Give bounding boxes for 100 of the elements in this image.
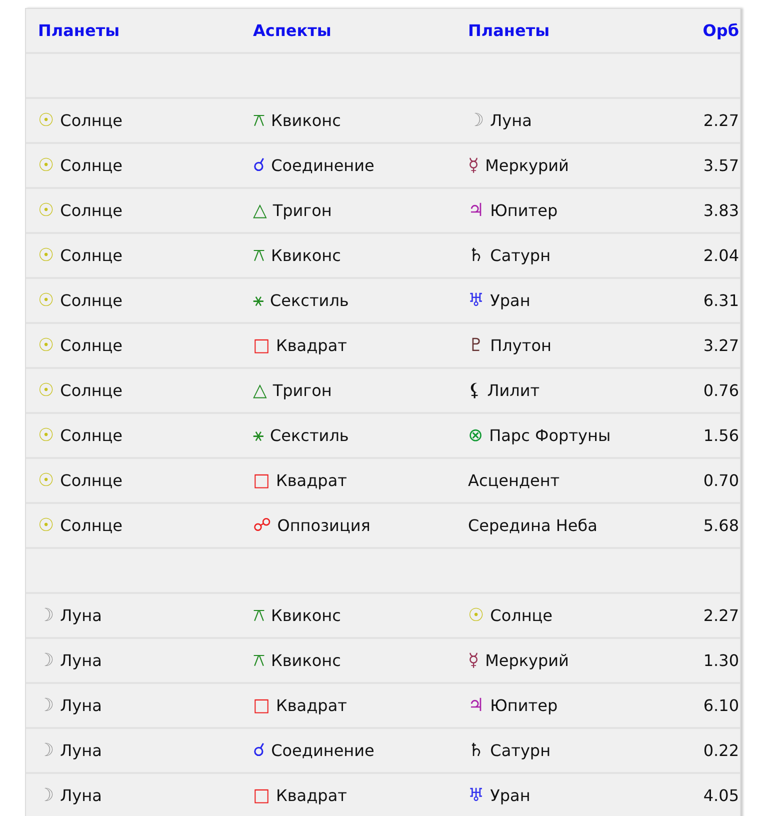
- planet-symbol: ☉: [38, 426, 54, 444]
- table-cell: Плутон: [490, 336, 552, 355]
- table-cell: Луна: [60, 651, 102, 670]
- planet-symbol: ♃: [468, 202, 484, 220]
- table-cell: Солнце: [60, 426, 123, 445]
- planet-symbol: ♅: [468, 786, 484, 804]
- planet-symbol: ☽: [468, 112, 484, 130]
- table-cell: Уран: [490, 786, 530, 805]
- planet-symbol: ♃: [468, 696, 484, 714]
- table-cell: Луна: [60, 696, 102, 715]
- table-cell: Секстиль: [270, 426, 349, 445]
- planet-symbol: ☉: [38, 202, 54, 220]
- aspect-symbol: ⚹: [253, 426, 264, 444]
- table-cell: Луна: [490, 111, 532, 130]
- table-cell: 2.27: [703, 111, 739, 130]
- column-header: Орб: [702, 21, 739, 40]
- planet-symbol: ☽: [38, 606, 54, 624]
- planet-symbol: ☿: [468, 652, 480, 670]
- table-cell: 5.68: [703, 516, 739, 535]
- planet-symbol: ⊗: [468, 426, 484, 444]
- table-cell: 3.57: [703, 156, 739, 175]
- table-cell: Луна: [60, 606, 102, 625]
- table-cell: Квадрат: [276, 336, 347, 355]
- planet-symbol: ☉: [468, 606, 484, 624]
- aspect-symbol: ⚻: [253, 246, 265, 264]
- column-header: Планеты: [38, 21, 120, 40]
- table-cell: Оппозиция: [277, 516, 370, 535]
- planet-symbol: ☽: [38, 696, 54, 714]
- table-cell: Сатурн: [490, 246, 551, 265]
- table-cell: Квиконс: [271, 246, 341, 265]
- table-cell: Солнце: [60, 471, 123, 490]
- planet-symbol: ☉: [38, 246, 54, 264]
- table-cell: Тригон: [272, 381, 332, 400]
- table-cell: Солнце: [60, 291, 123, 310]
- planet-symbol: ☉: [38, 112, 54, 130]
- planet-symbol: ♄: [468, 742, 484, 760]
- table-cell: Асцендент: [468, 471, 560, 490]
- table-cell: 3.83: [703, 201, 739, 220]
- aspect-symbol: ☍: [253, 516, 272, 534]
- planet-symbol: ☉: [38, 292, 54, 310]
- table-cell: Парс Фортуны: [489, 426, 611, 445]
- table-cell: 0.70: [703, 471, 739, 490]
- column-header: Аспекты: [253, 21, 332, 40]
- table-cell: Луна: [60, 741, 102, 760]
- table-cell: Солнце: [60, 246, 123, 265]
- table-cell: Сатурн: [490, 741, 551, 760]
- planet-symbol: ☉: [38, 472, 54, 490]
- table-cell: Соединение: [271, 156, 374, 175]
- table-cell: 0.76: [703, 381, 739, 400]
- table-cell: Солнце: [60, 381, 123, 400]
- planet-symbol: ☿: [468, 156, 480, 174]
- table-cell: Квиконс: [271, 651, 341, 670]
- table-cell: 2.04: [703, 246, 739, 265]
- table-cell: Квадрат: [276, 786, 347, 805]
- table-cell: Меркурий: [485, 156, 569, 175]
- column-header: Планеты: [468, 21, 550, 40]
- table-cell: Меркурий: [485, 651, 569, 670]
- table-cell: Квиконс: [271, 606, 341, 625]
- table-cell: Тригон: [272, 201, 332, 220]
- aspect-symbol: ⚻: [253, 606, 265, 624]
- table-cell: 6.10: [703, 696, 739, 715]
- table-cell: Уран: [490, 291, 530, 310]
- table-cell: 1.30: [703, 651, 739, 670]
- planet-symbol: ☽: [38, 742, 54, 760]
- aspect-symbol: ⚻: [253, 112, 265, 130]
- table-cell: 0.22: [703, 741, 739, 760]
- planet-symbol: ☽: [38, 652, 54, 670]
- table-cell: Солнце: [490, 606, 553, 625]
- table-cell: Секстиль: [270, 291, 349, 310]
- table-cell: Солнце: [60, 336, 123, 355]
- aspect-symbol: ☌: [253, 742, 266, 760]
- table-cell: Квадрат: [276, 471, 347, 490]
- planet-symbol: ☉: [38, 516, 54, 534]
- table-cell: 6.31: [703, 291, 739, 310]
- table-cell: Квадрат: [276, 696, 347, 715]
- table-cell: Соединение: [271, 741, 374, 760]
- aspect-symbol: ⚹: [253, 292, 264, 310]
- aspect-symbol: △: [253, 382, 267, 400]
- planet-symbol: ☉: [38, 336, 54, 354]
- aspect-symbol: ⚻: [253, 652, 265, 670]
- aspect-symbol: □: [253, 336, 270, 354]
- planet-symbol: ☉: [38, 382, 54, 400]
- table-cell: Луна: [60, 786, 102, 805]
- aspect-symbol: △: [253, 202, 267, 220]
- planet-symbol: ♇: [468, 336, 484, 354]
- table-cell: Солнце: [60, 201, 123, 220]
- planet-symbol: ♅: [468, 292, 484, 310]
- table-cell: Лилит: [487, 381, 540, 400]
- planet-symbol: ♄: [468, 246, 484, 264]
- table-cell: 4.05: [703, 786, 739, 805]
- table-cell: 1.56: [703, 426, 739, 445]
- table-cell: Солнце: [60, 156, 123, 175]
- table-cell: Юпитер: [490, 201, 558, 220]
- aspect-symbol: □: [253, 472, 270, 490]
- table-cell: Юпитер: [490, 696, 558, 715]
- table-cell: Солнце: [60, 111, 123, 130]
- planet-symbol: ☉: [38, 156, 54, 174]
- planet-symbol: ☽: [38, 786, 54, 804]
- table-cell: 3.27: [703, 336, 739, 355]
- table-cell: Квиконс: [271, 111, 341, 130]
